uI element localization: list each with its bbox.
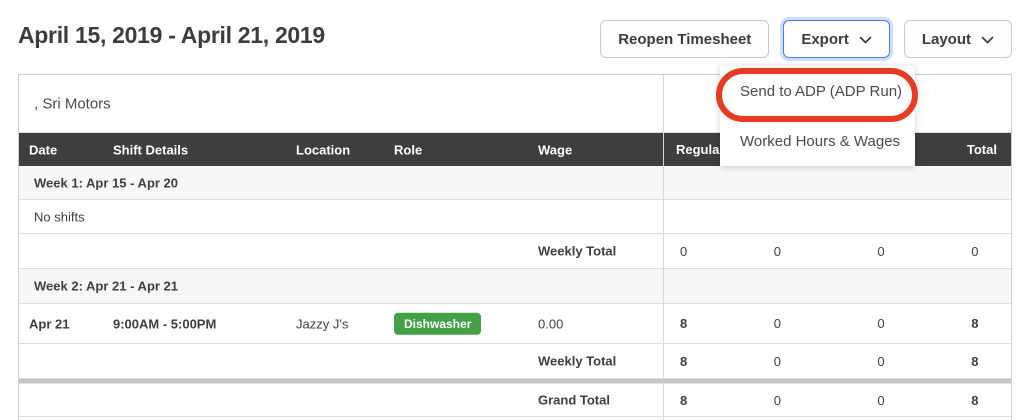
week2-total-total: 8 [971, 353, 979, 369]
export-button[interactable]: Export [783, 20, 890, 58]
grand-total-regular: 8 [680, 392, 688, 408]
no-shifts-label: No shifts [34, 209, 85, 224]
column-header-shift-details: Shift Details [113, 142, 189, 157]
chevron-down-icon [981, 31, 994, 48]
weekly-total-label: Weekly Total [538, 353, 617, 369]
week2-weekly-total-row: Weekly Total 8 0 0 8 [19, 344, 1011, 379]
week2-total-col2: 0 [773, 353, 781, 369]
week2-label: Week 2: Apr 21 - Apr 21 [34, 278, 179, 294]
shift-regular-hours: 8 [680, 316, 688, 331]
week1-label: Week 1: Apr 15 - Apr 20 [34, 175, 179, 190]
column-header-total: Total [966, 142, 997, 157]
column-header-date: Date [29, 142, 58, 157]
week2-header-row: Week 2: Apr 21 - Apr 21 [19, 269, 1011, 304]
company-name: , Sri Motors [34, 95, 111, 112]
no-shifts-row: No shifts [19, 200, 1011, 234]
week2-total-regular: 8 [680, 353, 688, 369]
role-badge-wrap: Dishwasher [394, 312, 482, 335]
week1-total-regular: 0 [680, 243, 688, 259]
shift-time: 9:00AM - 5:00PM [113, 316, 217, 331]
export-dropdown-menu: Send to ADP (ADP Run) Worked Hours & Wag… [720, 66, 915, 166]
week1-total-col3: 0 [877, 243, 885, 259]
week1-total-total: 0 [971, 243, 979, 259]
shift-row: Apr 21 9:00AM - 5:00PM Jazzy J's Dishwas… [19, 304, 1011, 344]
role-badge: Dishwasher [394, 312, 482, 335]
shift-total-hours: 8 [971, 316, 979, 331]
page-title: April 15, 2019 - April 21, 2019 [18, 22, 325, 48]
shift-location: Jazzy J's [296, 316, 349, 331]
chevron-down-icon [859, 31, 872, 48]
menu-item-send-to-adp[interactable]: Send to ADP (ADP Run) [720, 66, 915, 116]
grand-total-total: 8 [971, 392, 979, 408]
week1-header-row: Week 1: Apr 15 - Apr 20 [19, 166, 1011, 200]
column-header-location: Location [296, 142, 351, 157]
layout-label: Layout [921, 30, 971, 48]
week2-total-col3: 0 [877, 353, 885, 369]
layout-button[interactable]: Layout [903, 20, 1012, 58]
weekly-total-label: Weekly Total [538, 243, 617, 259]
grand-total-row: Grand Total 8 0 0 8 [19, 384, 1011, 417]
toolbar: Reopen Timesheet Export Layout [600, 20, 1012, 58]
shift-date: Apr 21 [29, 316, 70, 331]
week1-weekly-total-row: Weekly Total 0 0 0 0 [19, 234, 1011, 269]
grand-total-col2: 0 [773, 392, 781, 408]
shift-col3-hours: 0 [877, 316, 885, 331]
menu-item-worked-hours-wages[interactable]: Worked Hours & Wages [720, 116, 915, 166]
grand-total-col3: 0 [877, 392, 885, 408]
column-header-role: Role [394, 142, 423, 157]
column-header-wage: Wage [538, 142, 573, 157]
shift-col2-hours: 0 [773, 316, 781, 331]
week1-total-col2: 0 [773, 243, 781, 259]
shift-wage: 0.00 [538, 316, 564, 331]
grand-total-label: Grand Total [538, 392, 610, 408]
reopen-timesheet-button[interactable]: Reopen Timesheet [600, 20, 770, 58]
export-label: Export [801, 30, 849, 48]
reopen-timesheet-label: Reopen Timesheet [618, 30, 752, 48]
timesheet-page: April 15, 2019 - April 21, 2019 Reopen T… [0, 0, 1030, 420]
